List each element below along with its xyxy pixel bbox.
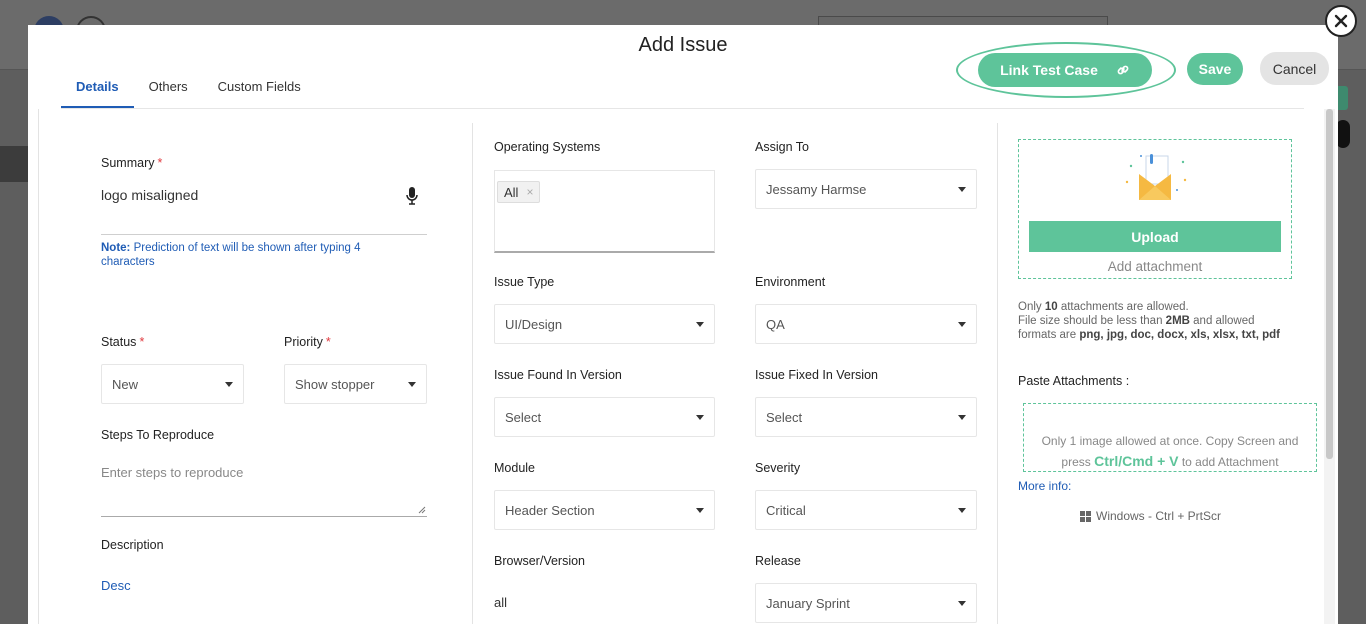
status-select[interactable]: New <box>101 364 244 404</box>
attachment-rules: Only 10 attachments are allowed. File si… <box>1018 301 1280 341</box>
column-divider-middle <box>472 123 473 624</box>
chevron-down-icon <box>958 321 966 327</box>
assign-to-select[interactable]: Jessamy Harmse <box>755 169 977 209</box>
paste-attachments-label: Paste Attachments : <box>1018 374 1130 388</box>
operating-systems-label: Operating Systems <box>494 140 601 154</box>
tabs-divider <box>61 108 1304 109</box>
module-label: Module <box>494 461 535 475</box>
priority-select[interactable]: Show stopper <box>284 364 427 404</box>
description-label: Description <box>101 538 164 552</box>
steps-textarea[interactable]: Enter steps to reproduce <box>101 465 427 517</box>
browser-label: Browser/Version <box>494 554 586 568</box>
chevron-down-icon <box>958 507 966 513</box>
background-sidebar-item <box>0 146 28 182</box>
issue-type-select[interactable]: UI/Design <box>494 304 715 344</box>
chevron-down-icon <box>958 600 966 606</box>
prediction-note: Note: Prediction of text will be shown a… <box>101 242 361 268</box>
background-button <box>1336 120 1350 148</box>
windows-icon <box>1080 510 1091 522</box>
chevron-down-icon <box>408 381 416 387</box>
link-test-case-label: Link Test Case <box>1000 62 1098 78</box>
steps-label: Steps To Reproduce <box>101 428 215 442</box>
close-modal-button[interactable] <box>1325 5 1357 37</box>
required-mark: * <box>157 156 163 170</box>
chevron-down-icon <box>958 414 966 420</box>
paste-dropzone[interactable]: Only 1 image allowed at once. Copy Scree… <box>1023 403 1317 472</box>
assign-to-label: Assign To <box>755 140 809 154</box>
resize-handle-icon[interactable] <box>418 506 426 514</box>
add-attachment-label: Add attachment <box>1107 259 1203 274</box>
more-info-link[interactable]: More info: <box>1018 479 1071 493</box>
browser-input[interactable]: all <box>494 595 507 610</box>
severity-select[interactable]: Critical <box>755 490 977 530</box>
scrollbar-thumb[interactable] <box>1326 109 1333 459</box>
column-divider-right <box>997 123 998 624</box>
release-label: Release <box>755 554 801 568</box>
upload-dropzone[interactable]: Upload Add attachment <box>1018 139 1292 279</box>
priority-label: Priority * <box>284 335 331 349</box>
module-select[interactable]: Header Section <box>494 490 715 530</box>
chevron-down-icon <box>696 414 704 420</box>
environment-select[interactable]: QA <box>755 304 977 344</box>
operating-systems-multiselect[interactable]: All × <box>494 170 715 253</box>
save-button[interactable]: Save <box>1187 53 1243 85</box>
microphone-icon[interactable] <box>405 186 419 206</box>
cancel-button[interactable]: Cancel <box>1260 52 1329 85</box>
issue-type-label: Issue Type <box>494 275 555 289</box>
add-issue-modal: Add Issue Details Others Custom Fields L… <box>28 25 1338 624</box>
found-version-label: Issue Found In Version <box>494 368 622 382</box>
found-version-select[interactable]: Select <box>494 397 715 437</box>
os-chip-all: All × <box>497 181 541 203</box>
windows-shortcut-hint: Windows - Ctrl + PrtScr <box>1080 509 1221 523</box>
chevron-down-icon <box>225 381 233 387</box>
chevron-down-icon <box>958 186 966 192</box>
tab-others[interactable]: Others <box>134 73 203 109</box>
description-value[interactable]: Desc <box>101 578 131 593</box>
paste-shortcut: Ctrl/Cmd + V <box>1094 453 1179 469</box>
fixed-version-select[interactable]: Select <box>755 397 977 437</box>
chevron-down-icon <box>696 507 704 513</box>
upload-button[interactable]: Upload <box>1029 221 1281 252</box>
severity-label: Severity <box>755 461 801 475</box>
link-icon <box>1117 65 1129 75</box>
chip-remove-icon[interactable]: × <box>526 185 533 199</box>
fixed-version-label: Issue Fixed In Version <box>755 368 878 382</box>
summary-label: Summary * <box>101 156 163 170</box>
steps-placeholder: Enter steps to reproduce <box>101 465 244 480</box>
link-test-case-button[interactable]: Link Test Case <box>978 53 1152 87</box>
summary-input[interactable]: logo misaligned <box>101 183 427 235</box>
chevron-down-icon <box>696 321 704 327</box>
environment-label: Environment <box>755 275 826 289</box>
tab-custom-fields[interactable]: Custom Fields <box>203 73 316 109</box>
tab-details[interactable]: Details <box>61 73 134 109</box>
column-divider-left <box>38 109 39 624</box>
tab-bar: Details Others Custom Fields <box>61 73 316 109</box>
status-label: Status * <box>101 335 145 349</box>
summary-value: logo misaligned <box>101 187 199 203</box>
envelope-icon <box>1125 154 1187 200</box>
release-select[interactable]: January Sprint <box>755 583 977 623</box>
close-icon <box>1334 14 1348 28</box>
